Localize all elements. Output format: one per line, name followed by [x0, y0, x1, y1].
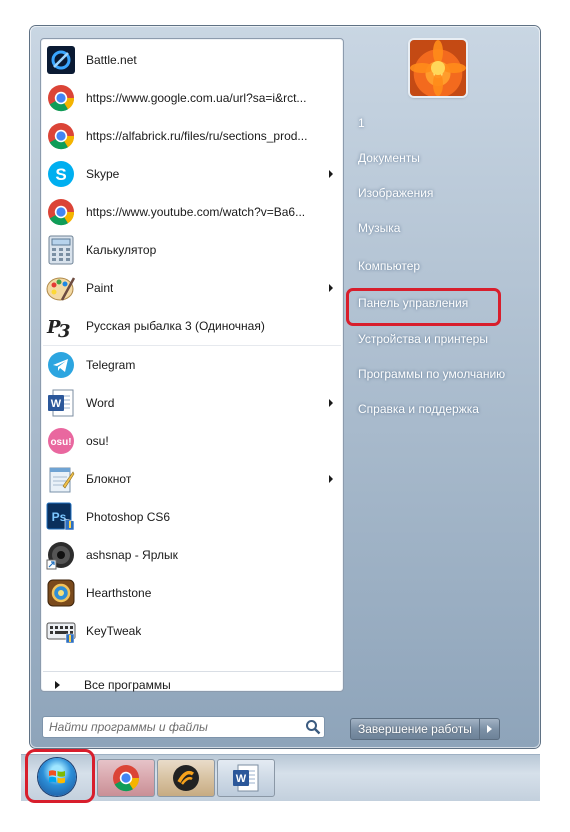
program-label: Блокнот: [86, 472, 132, 486]
program-label: Word: [86, 396, 115, 410]
program-label: https://www.google.com.ua/url?sa=i&rct..…: [86, 91, 307, 105]
rr3-icon: P3: [45, 310, 77, 342]
program-label: Telegram: [86, 358, 136, 372]
search-box: [42, 716, 325, 738]
shutdown-group: Завершение работы: [350, 718, 500, 740]
control-panel-highlight: [346, 288, 501, 326]
calculator-icon: [45, 234, 77, 266]
photoshop-icon: Ps: [45, 501, 77, 533]
word-icon: W: [45, 387, 77, 419]
program-notepad[interactable]: Блокнот: [43, 460, 341, 498]
chrome-icon: [113, 765, 140, 792]
svg-text:W: W: [236, 773, 247, 785]
program-keytweak[interactable]: KeyTweak: [43, 612, 341, 650]
program-paint[interactable]: Paint: [43, 269, 341, 307]
arrow-right-icon: [55, 681, 60, 689]
programs-list: Battle.net https://www.google.com.ua/url…: [43, 41, 341, 650]
program-hearthstone[interactable]: Hearthstone: [43, 574, 341, 612]
program-ashsnap[interactable]: ashsnap - Ярлык: [43, 536, 341, 574]
windows-logo-icon: [49, 770, 65, 784]
user-name-link[interactable]: 1: [352, 110, 512, 136]
skype-icon: S: [45, 158, 77, 190]
svg-text:3: 3: [58, 321, 71, 341]
svg-text:osu!: osu!: [50, 437, 71, 448]
program-label: ashsnap - Ярлык: [86, 548, 178, 562]
start-menu: Battle.net https://www.google.com.ua/url…: [30, 26, 540, 748]
submenu-arrow-icon[interactable]: [329, 170, 333, 178]
word-icon: W: [233, 764, 259, 792]
documents-link[interactable]: Документы: [352, 145, 512, 171]
all-programs-button[interactable]: Все программы: [43, 671, 341, 698]
program-calculator[interactable]: Калькулятор: [43, 231, 341, 269]
taskbar-chrome[interactable]: [97, 759, 155, 797]
music-link[interactable]: Музыка: [352, 215, 512, 241]
osu-icon: osu!: [45, 425, 77, 457]
taskbar: W: [21, 749, 540, 803]
program-label: Paint: [86, 281, 114, 295]
program-label: Калькулятор: [86, 243, 157, 257]
shutdown-options-button[interactable]: [479, 718, 500, 740]
program-battlenet[interactable]: Battle.net: [43, 41, 341, 79]
program-telegram[interactable]: Telegram: [43, 346, 341, 384]
search-icon[interactable]: [305, 719, 321, 735]
pictures-link[interactable]: Изображения: [352, 180, 512, 206]
chrome-icon: [45, 196, 77, 228]
svg-text:W: W: [51, 398, 62, 410]
ashsnap-icon: [45, 539, 77, 571]
submenu-arrow-icon[interactable]: [329, 399, 333, 407]
search-input[interactable]: [42, 716, 325, 738]
program-label: https://alfabrick.ru/files/ru/sections_p…: [86, 129, 308, 143]
program-label: Photoshop CS6: [86, 510, 171, 524]
program-osu[interactable]: osu! osu!: [43, 422, 341, 460]
program-label: Hearthstone: [86, 586, 152, 600]
user-picture[interactable]: [410, 40, 466, 96]
hearthstone-icon: [45, 577, 77, 609]
program-label: Battle.net: [86, 53, 137, 67]
taskbar-word[interactable]: W: [217, 759, 275, 797]
chrome-icon: [45, 82, 77, 114]
help-support-link[interactable]: Справка и поддержка: [352, 396, 512, 422]
program-skype[interactable]: S Skype: [43, 155, 341, 193]
telegram-icon: [45, 349, 77, 381]
program-label: osu!: [86, 434, 109, 448]
default-programs-link[interactable]: Программы по умолчанию: [352, 361, 512, 387]
submenu-arrow-icon[interactable]: [329, 475, 333, 483]
svg-text:Ps: Ps: [52, 510, 67, 524]
program-label: https://www.youtube.com/watch?v=Ba6...: [86, 205, 306, 219]
start-button-highlight: [25, 749, 95, 803]
program-russian-fishing[interactable]: P3 Русская рыбалка 3 (Одиночная): [43, 307, 341, 346]
svg-text:S: S: [55, 165, 66, 184]
all-programs-label: Все программы: [84, 678, 171, 692]
shutdown-button[interactable]: Завершение работы: [350, 718, 480, 740]
flower-icon: [410, 40, 466, 96]
devices-printers-link[interactable]: Устройства и принтеры: [352, 326, 512, 352]
submenu-arrow-icon[interactable]: [329, 284, 333, 292]
program-chrome-alfabrick[interactable]: https://alfabrick.ru/files/ru/sections_p…: [43, 117, 341, 155]
keytweak-icon: [45, 615, 77, 647]
start-button[interactable]: [38, 758, 76, 796]
program-chrome-google[interactable]: https://www.google.com.ua/url?sa=i&rct..…: [43, 79, 341, 117]
program-word[interactable]: W Word: [43, 384, 341, 422]
programs-pane: Battle.net https://www.google.com.ua/url…: [40, 38, 344, 692]
program-photoshop[interactable]: Ps Photoshop CS6: [43, 498, 341, 536]
computer-link[interactable]: Компьютер: [352, 253, 512, 279]
program-label: Русская рыбалка 3 (Одиночная): [86, 319, 265, 333]
program-label: KeyTweak: [86, 624, 142, 638]
chrome-icon: [45, 120, 77, 152]
program-label: Skype: [86, 167, 120, 181]
paint-icon: [45, 272, 77, 304]
notepad-icon: [45, 463, 77, 495]
program-chrome-youtube[interactable]: https://www.youtube.com/watch?v=Ba6...: [43, 193, 341, 231]
arrow-right-icon: [486, 725, 492, 733]
places-pane: 1 Документы Изображения Музыка Компьютер…: [350, 38, 530, 690]
taskbar-media-player[interactable]: [157, 759, 215, 797]
battlenet-icon: [45, 44, 77, 76]
media-player-icon: [173, 765, 199, 791]
